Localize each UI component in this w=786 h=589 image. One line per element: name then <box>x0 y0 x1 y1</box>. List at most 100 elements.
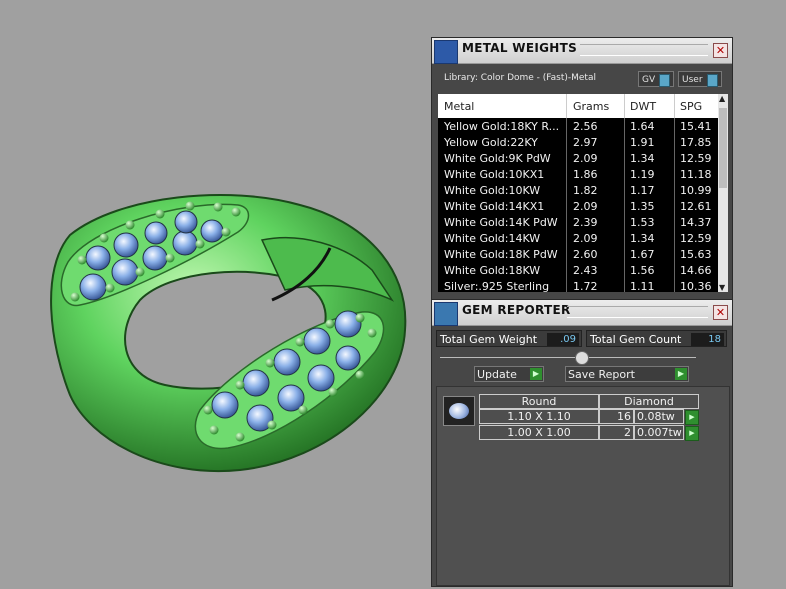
column-header-metal[interactable]: Metal <box>444 100 474 113</box>
dwt-cell: 1.34 <box>630 232 655 245</box>
metal-name-cell: White Gold:10KW <box>444 184 541 197</box>
update-button-label: Update <box>477 368 517 381</box>
update-button[interactable]: Update ▶ <box>474 366 544 382</box>
spg-cell: 11.18 <box>680 168 712 181</box>
table-row[interactable]: White Gold:9K PdW 2.09 1.34 12.59 <box>438 150 718 166</box>
close-icon[interactable]: ✕ <box>713 43 728 58</box>
dwt-cell: 1.67 <box>630 248 655 261</box>
table-row[interactable]: White Gold:14KX1 2.09 1.35 12.61 <box>438 198 718 214</box>
metal-name-cell: Yellow Gold:18KY R... <box>444 120 560 133</box>
metal-weights-titlebar[interactable]: METAL WEIGHTS ✕ <box>432 38 732 64</box>
metal-name-cell: White Gold:14KX1 <box>444 200 545 213</box>
splitter-handle[interactable] <box>575 351 589 365</box>
dwt-cell: 1.11 <box>630 280 655 292</box>
gem-grid-icon <box>434 302 458 326</box>
grams-cell: 2.09 <box>573 152 598 165</box>
grams-cell: 2.97 <box>573 136 598 149</box>
user-toggle-label: User <box>682 75 703 85</box>
table-row[interactable]: White Gold:10KX1 1.86 1.19 11.18 <box>438 166 718 182</box>
gem-reporter-title: GEM REPORTER <box>462 303 571 317</box>
table-row[interactable]: Yellow Gold:18KY R... 2.56 1.64 15.41 <box>438 118 718 134</box>
gem-weight-cell: 0.007tw <box>634 425 684 440</box>
table-row[interactable]: White Gold:18K PdW 2.60 1.67 15.63 <box>438 246 718 262</box>
scroll-down-icon[interactable]: ▼ <box>719 283 725 292</box>
gem-weight-cell: 0.08tw <box>634 409 684 424</box>
panel-splitter <box>440 357 696 358</box>
dwt-cell: 1.53 <box>630 216 655 229</box>
gem-row-arrow-icon[interactable]: ▶ <box>685 426 699 441</box>
table-row[interactable]: White Gold:18KW 2.43 1.56 14.66 <box>438 262 718 278</box>
metal-weights-panel: METAL WEIGHTS ✕ Library: Color Dome - (F… <box>431 37 733 301</box>
dwt-cell: 1.64 <box>630 120 655 133</box>
close-icon[interactable]: ✕ <box>713 305 728 320</box>
titlebar-grip <box>567 306 708 318</box>
spg-cell: 10.36 <box>680 280 712 292</box>
dwt-cell: 1.91 <box>630 136 655 149</box>
grams-cell: 2.39 <box>573 216 598 229</box>
dwt-cell: 1.56 <box>630 264 655 277</box>
round-diamond-icon[interactable] <box>443 396 475 426</box>
spg-cell: 14.37 <box>680 216 712 229</box>
grams-cell: 1.72 <box>573 280 598 292</box>
gv-toggle-label: GV <box>642 75 656 85</box>
total-gem-count-value: 18 <box>691 333 724 346</box>
spg-cell: 15.41 <box>680 120 712 133</box>
app-logo-icon <box>434 40 458 64</box>
save-report-button-label: Save Report <box>568 368 635 381</box>
scroll-thumb[interactable] <box>719 108 727 188</box>
scroll-up-icon[interactable]: ▲ <box>719 94 725 103</box>
spg-cell: 12.61 <box>680 200 712 213</box>
toggle-indicator-icon <box>659 74 670 87</box>
user-toggle[interactable]: User <box>678 71 722 87</box>
grams-cell: 1.86 <box>573 168 598 181</box>
metal-weights-table: Metal Grams DWT SPG Yellow Gold:18KY R..… <box>438 94 718 292</box>
play-arrow-icon: ▶ <box>675 368 687 380</box>
spg-cell: 12.59 <box>680 232 712 245</box>
table-scrollbar[interactable]: ▲ ▼ <box>718 94 728 292</box>
spg-cell: 12.59 <box>680 152 712 165</box>
dwt-cell: 1.19 <box>630 168 655 181</box>
metal-name-cell: White Gold:18K PdW <box>444 248 558 261</box>
titlebar-grip <box>580 44 708 56</box>
ring-render <box>50 194 407 472</box>
column-header-spg[interactable]: SPG <box>680 100 702 113</box>
gem-shape-header: Round <box>479 394 599 409</box>
total-gem-weight-label: Total Gem Weight <box>440 333 538 346</box>
gv-toggle[interactable]: GV <box>638 71 674 87</box>
table-row[interactable]: White Gold:14K PdW 2.39 1.53 14.37 <box>438 214 718 230</box>
gem-reporter-titlebar[interactable]: GEM REPORTER ✕ <box>432 300 732 326</box>
column-header-grams[interactable]: Grams <box>573 100 609 113</box>
save-report-button[interactable]: Save Report ▶ <box>565 366 689 382</box>
metal-name-cell: Yellow Gold:22KY <box>444 136 538 149</box>
metal-name-cell: White Gold:14K PdW <box>444 216 558 229</box>
gem-count-cell: 2 <box>599 425 634 440</box>
metal-weights-title: METAL WEIGHTS <box>462 41 578 55</box>
grams-cell: 2.09 <box>573 200 598 213</box>
table-row[interactable]: Silver:.925 Sterling 1.72 1.11 10.36 <box>438 278 718 292</box>
toggle-indicator-icon <box>707 74 718 87</box>
grams-cell: 2.09 <box>573 232 598 245</box>
gem-count-cell: 16 <box>599 409 634 424</box>
dwt-cell: 1.34 <box>630 152 655 165</box>
table-row[interactable]: White Gold:10KW 1.82 1.17 10.99 <box>438 182 718 198</box>
spg-cell: 15.63 <box>680 248 712 261</box>
table-row[interactable]: White Gold:14KW 2.09 1.34 12.59 <box>438 230 718 246</box>
metal-name-cell: White Gold:9K PdW <box>444 152 551 165</box>
column-header-dwt[interactable]: DWT <box>630 100 656 113</box>
grams-cell: 2.60 <box>573 248 598 261</box>
grams-cell: 1.82 <box>573 184 598 197</box>
spg-cell: 17.85 <box>680 136 712 149</box>
gem-list-area: Round Diamond 1.10 X 1.10 16 0.08tw ▶ 1.00 X… <box>436 386 730 586</box>
gem-material-header: Diamond <box>599 394 699 409</box>
metal-name-cell: White Gold:10KX1 <box>444 168 545 181</box>
gem-row-arrow-icon[interactable]: ▶ <box>685 410 699 425</box>
table-row[interactable]: Yellow Gold:22KY 2.97 1.91 17.85 <box>438 134 718 150</box>
dwt-cell: 1.17 <box>630 184 655 197</box>
library-label: Library: Color Dome - (Fast)-Metal <box>444 73 596 83</box>
grams-cell: 2.56 <box>573 120 598 133</box>
total-gem-count-label: Total Gem Count <box>590 333 682 346</box>
gem-size-cell: 1.10 X 1.10 <box>479 409 599 424</box>
metal-name-cell: Silver:.925 Sterling <box>444 280 550 292</box>
metal-name-cell: White Gold:14KW <box>444 232 541 245</box>
dwt-cell: 1.35 <box>630 200 655 213</box>
